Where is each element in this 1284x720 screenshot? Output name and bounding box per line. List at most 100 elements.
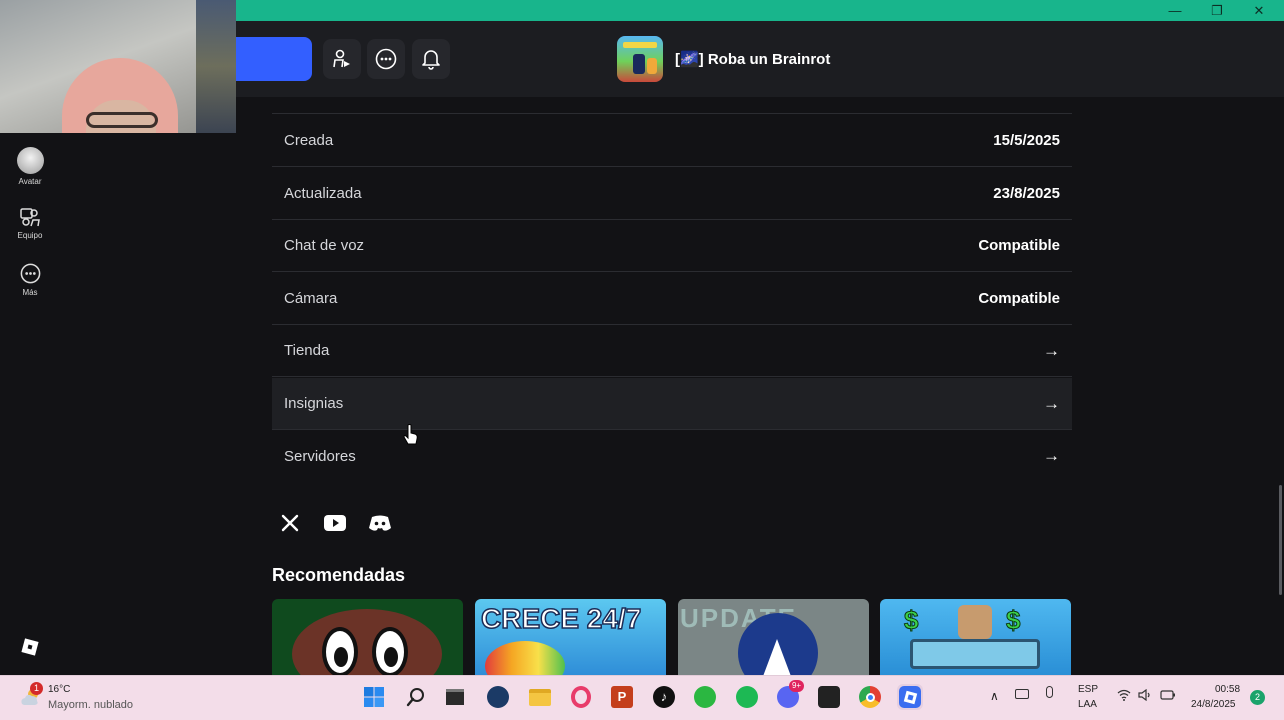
detail-key: Tienda <box>284 342 330 359</box>
notification-count-badge[interactable]: 2 <box>1250 690 1265 705</box>
sidebar-item-mas[interactable]: Más <box>0 262 60 297</box>
recommended-card[interactable]: UPDATE <box>678 599 869 675</box>
sidebar-item-label: Equipo <box>17 231 43 240</box>
scrollbar-thumb[interactable] <box>1279 485 1282 595</box>
weather-desc: Mayorm. nublado <box>48 699 133 711</box>
taskbar-opera[interactable] <box>568 684 594 710</box>
battery-plug-icon[interactable] <box>1160 689 1176 704</box>
discord-badge: 9+ <box>789 680 804 692</box>
powerpoint-icon: P <box>611 686 633 708</box>
primary-action-button[interactable] <box>236 37 312 81</box>
spotify-icon <box>736 686 758 708</box>
taskbar-whatsapp[interactable] <box>692 684 718 710</box>
detail-key: Actualizada <box>284 185 362 202</box>
weather-temp: 16°C <box>48 684 71 695</box>
x-social-link[interactable] <box>276 510 304 536</box>
clock-time[interactable]: 00:58 <box>1215 684 1240 695</box>
discord-social-link[interactable] <box>366 510 394 536</box>
detail-value: 23/8/2025 <box>993 185 1060 202</box>
taskbar-spotify[interactable] <box>734 684 760 710</box>
chevron-up-icon[interactable]: ∧ <box>990 689 999 703</box>
taskbar-discord[interactable]: 9+ <box>775 680 804 710</box>
folder-icon <box>529 688 551 706</box>
detail-key: Insignias <box>284 395 344 412</box>
discord-logo-icon <box>369 515 391 531</box>
more-circle-icon <box>375 48 397 70</box>
clock-date[interactable]: 24/8/2025 <box>1191 699 1236 710</box>
more-circle-icon <box>20 263 40 284</box>
search-icon <box>406 688 424 707</box>
language-indicator-1[interactable]: ESP <box>1078 684 1098 695</box>
windows-logo-icon <box>364 687 384 707</box>
taskbar-powerpoint[interactable]: P <box>609 684 635 710</box>
avatar-editor-button[interactable] <box>323 39 361 79</box>
detail-value: Compatible <box>978 290 1060 307</box>
terminal-icon <box>446 689 464 705</box>
taskbar-search[interactable] <box>403 684 429 710</box>
recommended-card[interactable]: $ $ <box>880 599 1071 675</box>
recommended-card[interactable]: CRECE 24/7 <box>475 599 666 675</box>
card-title: $ <box>903 605 919 636</box>
hand-cursor-icon <box>403 424 419 451</box>
detail-row-servers[interactable]: Servidores → <box>272 430 1072 482</box>
detail-key: Creada <box>284 132 334 149</box>
webcam-overlay <box>0 0 236 133</box>
taskbar-app-dark[interactable] <box>816 684 842 710</box>
keyboard-icon[interactable] <box>1015 689 1029 699</box>
partial-row <box>272 97 1072 114</box>
whatsapp-icon <box>694 686 716 708</box>
arrow-right-icon: → <box>1043 446 1060 465</box>
taskbar-file-explorer[interactable] <box>527 684 553 710</box>
youtube-logo-icon <box>324 515 346 531</box>
detail-row-badges[interactable]: Insignias → <box>272 378 1072 430</box>
detail-row-store[interactable]: Tienda → <box>272 325 1072 377</box>
sidebar-item-avatar[interactable]: Avatar <box>0 147 60 186</box>
weather-widget[interactable]: 1 <box>18 682 43 713</box>
detail-row-created: Creada 15/5/2025 <box>272 115 1072 167</box>
roblox-logo-icon[interactable] <box>20 637 40 662</box>
detail-value: 15/5/2025 <box>993 132 1060 149</box>
taskbar-roblox[interactable] <box>897 684 923 710</box>
chrome-icon <box>859 686 881 708</box>
opera-icon <box>571 686 591 708</box>
tiktok-icon: ♪ <box>653 686 675 708</box>
sidebar-item-equipo[interactable]: Equipo <box>0 206 60 240</box>
game-title: [🌌] Roba un Brainrot <box>675 51 831 68</box>
weather-alert-badge: 1 <box>30 682 43 695</box>
sidebar-item-label: Avatar <box>18 177 42 186</box>
detail-key: Servidores <box>284 447 356 465</box>
taskbar-chrome[interactable] <box>857 684 883 710</box>
detail-value: Compatible <box>978 237 1060 254</box>
bell-icon <box>422 50 440 70</box>
notifications-button[interactable] <box>412 39 450 79</box>
recommended-heading: Recomendadas <box>272 565 406 585</box>
language-indicator-2[interactable]: LAA <box>1078 699 1097 710</box>
avatar-icon <box>16 147 44 174</box>
roblox-icon <box>899 686 921 708</box>
microphone-icon[interactable] <box>1046 686 1053 698</box>
detail-key: Cámara <box>284 290 338 307</box>
person-play-icon <box>333 49 350 68</box>
taskbar-tiktok[interactable]: ♪ <box>651 684 677 710</box>
card-title: CRECE 24/7 <box>480 602 642 635</box>
taskbar-steam[interactable] <box>485 684 511 710</box>
youtube-social-link[interactable] <box>321 510 349 536</box>
os-taskbar <box>0 675 1284 720</box>
volume-icon[interactable] <box>1138 688 1152 704</box>
arrow-right-icon: → <box>1043 340 1060 360</box>
close-button[interactable]: ✕ <box>1238 0 1280 21</box>
recommended-card[interactable] <box>272 599 463 675</box>
detail-row-voice-chat: Chat de voz Compatible <box>272 220 1072 272</box>
taskbar-terminal[interactable] <box>442 684 468 710</box>
wifi-icon[interactable] <box>1117 689 1131 704</box>
arrow-right-icon: → <box>1043 393 1060 413</box>
more-button[interactable] <box>367 39 405 79</box>
minimize-button[interactable]: — <box>1154 0 1196 21</box>
start-button[interactable] <box>361 684 387 710</box>
x-logo-icon <box>281 514 299 532</box>
detail-row-camera: Cámara Compatible <box>272 273 1072 325</box>
game-thumbnail[interactable] <box>617 36 663 82</box>
restore-button[interactable]: ❐ <box>1196 0 1238 21</box>
sidebar-item-label: Más <box>22 288 38 297</box>
steam-icon <box>487 686 509 708</box>
